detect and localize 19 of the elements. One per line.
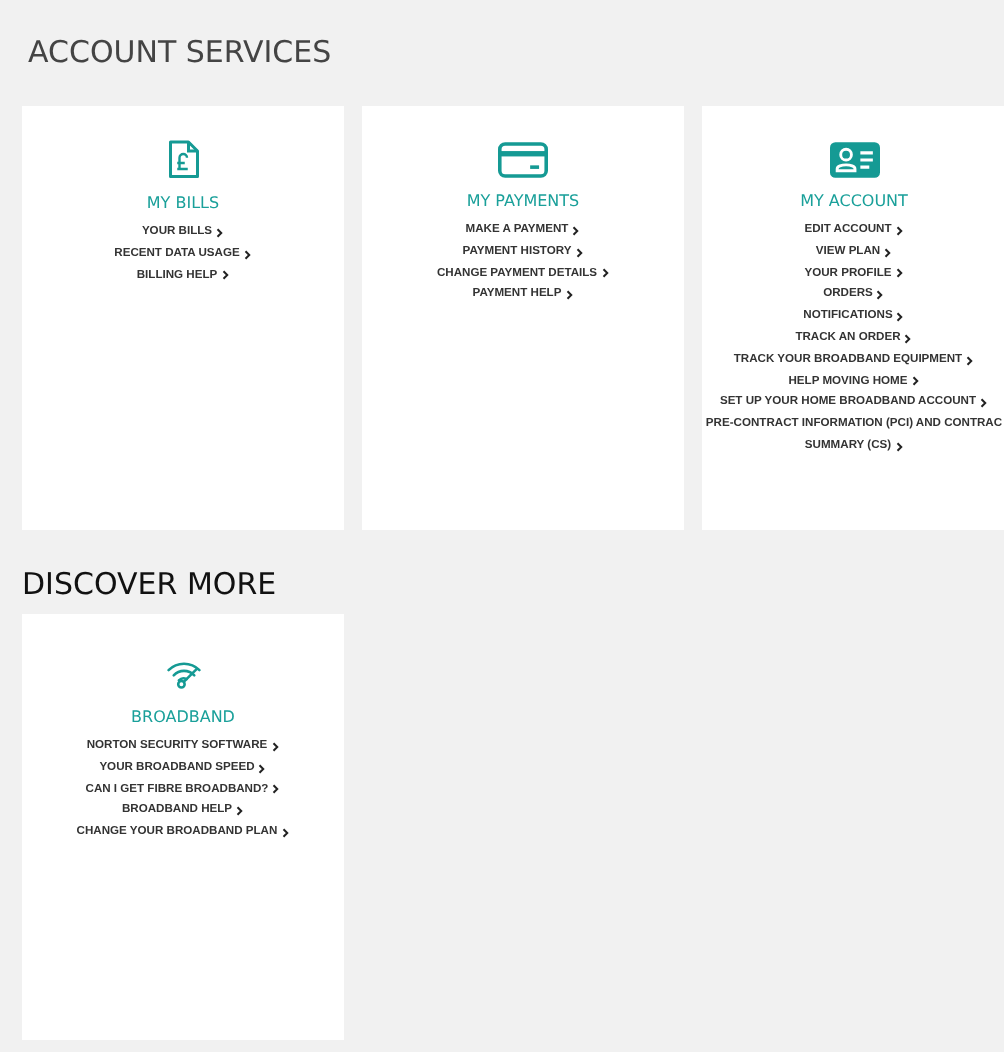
chevron-icon (281, 828, 290, 839)
section-heading: ACCOUNT SERVICES (26, 32, 334, 72)
chevron-icon (911, 376, 920, 387)
credit-card-icon (498, 142, 548, 178)
chevron-icon (980, 398, 989, 409)
chevron-icon (216, 227, 225, 238)
chevron-icon (966, 355, 975, 366)
card-title: MY BILLS (146, 194, 220, 212)
card-title: MY PAYMENTS (466, 192, 580, 210)
contact-card-icon (829, 142, 879, 178)
card-title: MY ACCOUNT (800, 192, 908, 210)
section-heading: DISCOVER MORE (22, 564, 279, 606)
card-title: BROADBAND (131, 708, 235, 726)
chevron-icon (243, 249, 252, 260)
chevron-icon (565, 290, 574, 301)
chevron-icon (601, 268, 610, 279)
chevron-icon (895, 441, 904, 452)
chevron-icon (221, 270, 230, 281)
chevron-icon (236, 806, 245, 817)
